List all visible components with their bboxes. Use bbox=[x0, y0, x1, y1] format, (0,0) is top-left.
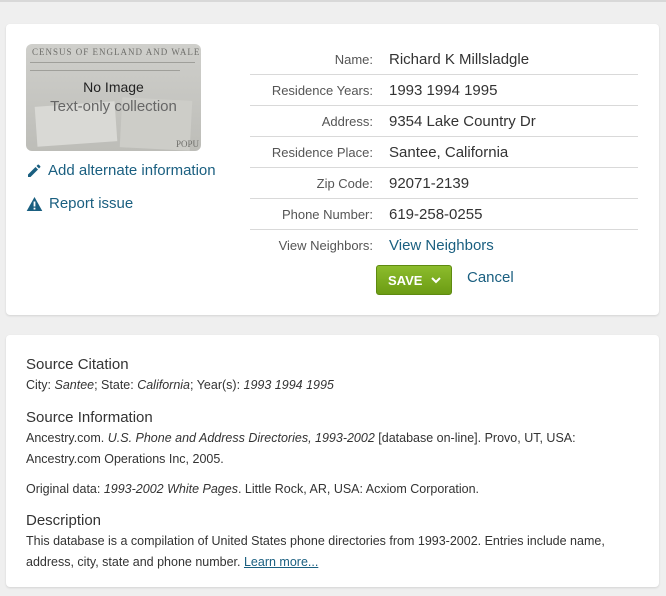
learn-more-link[interactable]: Learn more... bbox=[244, 555, 318, 569]
warning-icon bbox=[26, 196, 43, 211]
phone-number-value: 619-258-0255 bbox=[389, 205, 483, 223]
thumb-line bbox=[30, 70, 180, 71]
info-prefix: Ancestry.com. bbox=[26, 431, 108, 445]
original-title: 1993-2002 White Pages bbox=[103, 482, 238, 496]
field-label: Phone Number: bbox=[281, 206, 373, 222]
field-row-name: Name: Richard K Millsladgle bbox=[250, 44, 638, 75]
residence-place-value: Santee, California bbox=[389, 143, 509, 161]
description-text: This database is a compilation of United… bbox=[26, 531, 641, 573]
add-alternate-info-label: Add alternate information bbox=[48, 162, 216, 179]
source-citation-text: City: Santee; State: California; Year(s)… bbox=[26, 375, 641, 396]
collection-type-text: Text-only collection bbox=[50, 98, 177, 115]
chevron-down-icon[interactable] bbox=[431, 276, 442, 284]
citation-years: 1993 1994 1995 bbox=[243, 378, 334, 392]
record-fields: Name: Richard K Millsladgle Residence Ye… bbox=[250, 44, 638, 260]
save-button[interactable]: SAVE bbox=[376, 265, 452, 295]
original-prefix: Original data: bbox=[26, 482, 104, 496]
zip-code-value: 92071-2139 bbox=[389, 174, 470, 192]
citation-city: Santee bbox=[54, 378, 95, 392]
source-information-text: Ancestry.com. U.S. Phone and Address Dir… bbox=[26, 428, 641, 470]
name-value: Richard K Millsladgle bbox=[389, 50, 530, 68]
record-card: CENSUS OF ENGLAND AND WALES, POPU No Ima… bbox=[6, 24, 659, 315]
thumb-line bbox=[30, 62, 195, 63]
report-issue-label: Report issue bbox=[49, 195, 134, 212]
source-information-heading: Source Information bbox=[26, 409, 153, 426]
info-title: U.S. Phone and Address Directories, 1993… bbox=[107, 431, 375, 445]
record-thumbnail[interactable]: CENSUS OF ENGLAND AND WALES, POPU No Ima… bbox=[26, 44, 201, 151]
census-text: CENSUS OF ENGLAND AND WALES, bbox=[32, 47, 201, 57]
field-row-address: Address: 9354 Lake Country Dr bbox=[250, 106, 638, 137]
field-row-place: Residence Place: Santee, California bbox=[250, 137, 638, 168]
citation-state-label: ; State: bbox=[94, 378, 138, 392]
popu-text: POPU bbox=[175, 139, 199, 149]
field-row-years: Residence Years: 1993 1994 1995 bbox=[250, 75, 638, 106]
no-image-text: No Image bbox=[83, 79, 144, 95]
description-heading: Description bbox=[26, 512, 102, 529]
no-image-overlay: No Image Text-only collection bbox=[26, 77, 201, 117]
citation-state: California bbox=[137, 378, 191, 392]
field-label: Residence Years: bbox=[271, 82, 373, 98]
address-value: 9354 Lake Country Dr bbox=[389, 112, 536, 130]
report-issue-link[interactable]: Report issue bbox=[26, 195, 133, 212]
add-alternate-info-link[interactable]: Add alternate information bbox=[26, 162, 216, 179]
field-row-neighbors: View Neighbors: View Neighbors bbox=[250, 230, 638, 260]
original-data-text: Original data: 1993-2002 White Pages. Li… bbox=[26, 479, 641, 500]
field-label: Address: bbox=[321, 113, 373, 129]
field-label: Zip Code: bbox=[316, 175, 373, 191]
citation-city-label: City: bbox=[26, 378, 55, 392]
source-citation-heading: Source Citation bbox=[26, 356, 129, 373]
field-row-zip: Zip Code: 92071-2139 bbox=[250, 168, 638, 199]
save-button-label: SAVE bbox=[388, 272, 423, 288]
original-suffix: . Little Rock, AR, USA: Acxiom Corporati… bbox=[237, 482, 480, 496]
cancel-link[interactable]: Cancel bbox=[467, 269, 514, 286]
field-label: Residence Place: bbox=[271, 144, 373, 160]
citation-years-label: ; Year(s): bbox=[190, 378, 244, 392]
source-card: Source Citation City: Santee; State: Cal… bbox=[6, 335, 659, 587]
field-label: View Neighbors: bbox=[278, 237, 373, 253]
view-neighbors-link[interactable]: View Neighbors bbox=[389, 237, 494, 254]
residence-years-value: 1993 1994 1995 bbox=[389, 81, 498, 99]
top-divider bbox=[0, 0, 666, 2]
field-label: Name: bbox=[334, 51, 373, 67]
pencil-icon bbox=[28, 164, 41, 177]
field-row-phone: Phone Number: 619-258-0255 bbox=[250, 199, 638, 230]
